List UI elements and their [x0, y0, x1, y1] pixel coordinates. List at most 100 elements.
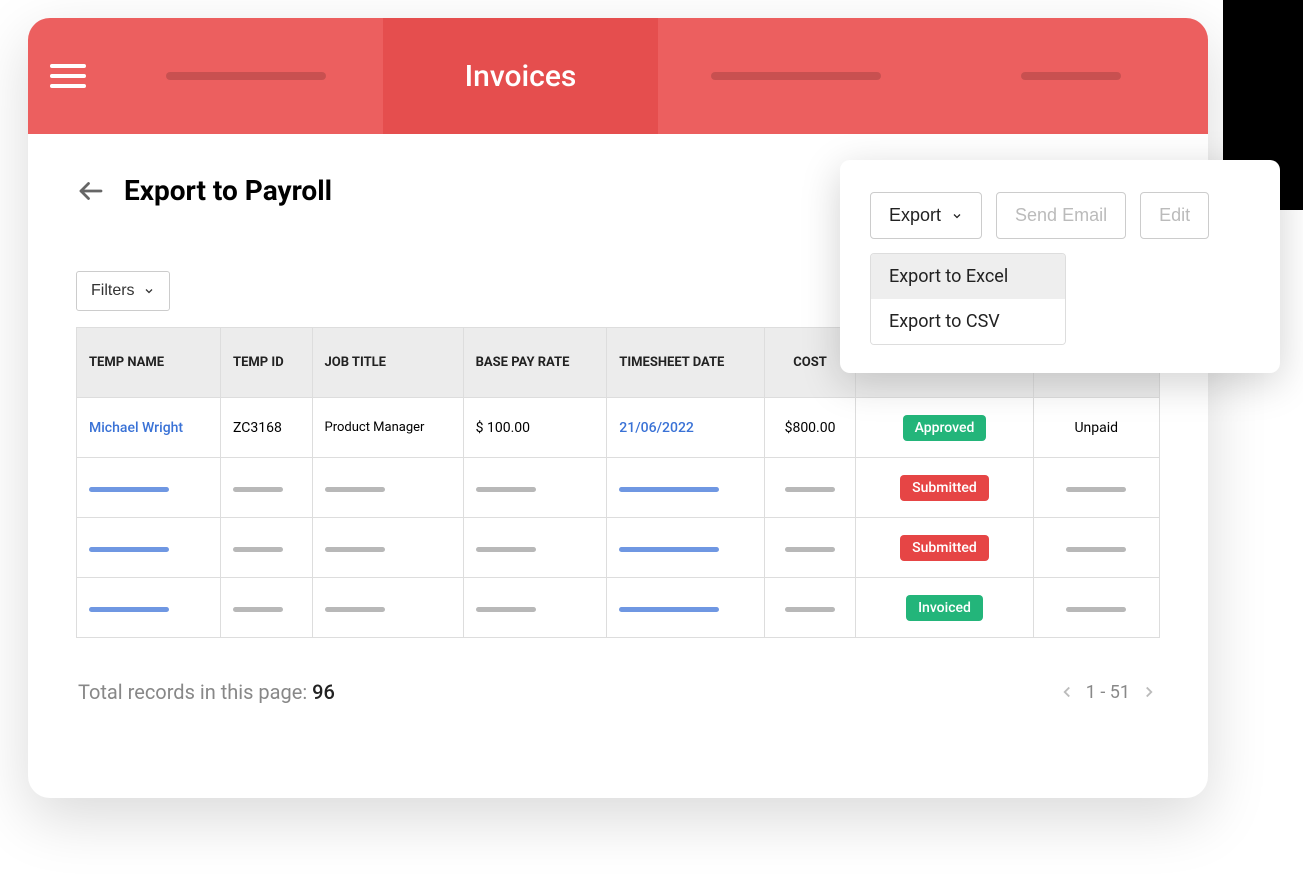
cell-timesheet-status: Approved	[856, 398, 1033, 458]
total-records: Total records in this page: 96	[78, 680, 335, 704]
total-records-label: Total records in this page:	[78, 680, 312, 704]
col-timesheet-date[interactable]: TIMESHEET DATE	[607, 328, 764, 398]
table-row: Invoiced	[77, 578, 1160, 638]
nav-tab-3-placeholder	[711, 72, 881, 80]
filters-button[interactable]: Filters	[76, 271, 170, 311]
cell-base-pay-rate	[463, 458, 607, 518]
status-badge: Invoiced	[906, 595, 983, 621]
cell-job-title	[312, 458, 463, 518]
cell-timesheet-date[interactable]	[607, 458, 764, 518]
pagination: 1 - 51	[1058, 682, 1158, 703]
col-temp-name[interactable]: TEMP NAME	[77, 328, 221, 398]
cell-timesheet-date[interactable]	[607, 518, 764, 578]
cell-cost	[764, 578, 856, 638]
col-job-title[interactable]: JOB TITLE	[312, 328, 463, 398]
cell-timesheet-date[interactable]	[607, 578, 764, 638]
filters-button-label: Filters	[91, 282, 135, 300]
export-button[interactable]: Export	[870, 192, 982, 239]
placeholder-bar	[619, 547, 719, 552]
cell-base-pay-rate: $ 100.00	[463, 398, 607, 458]
placeholder-bar	[233, 547, 283, 552]
cell-cost	[764, 458, 856, 518]
nav-tab-4[interactable]	[933, 18, 1208, 134]
table-row: Submitted	[77, 518, 1160, 578]
edit-button-label: Edit	[1159, 205, 1190, 226]
cell-timesheet-status: Submitted	[856, 518, 1033, 578]
chevron-down-icon	[951, 210, 963, 222]
payroll-table: TEMP NAME TEMP ID JOB TITLE BASE PAY RAT…	[76, 327, 1160, 638]
status-badge: Submitted	[900, 475, 989, 501]
hamburger-menu-icon[interactable]	[28, 64, 108, 88]
cell-paid-status: Unpaid	[1033, 398, 1159, 458]
cell-cost	[764, 518, 856, 578]
nav-tab-invoices[interactable]: Invoices	[383, 18, 658, 134]
send-email-button[interactable]: Send Email	[996, 192, 1126, 239]
cell-paid-status	[1033, 578, 1159, 638]
cell-temp-id	[221, 518, 312, 578]
col-base-pay-rate[interactable]: BASE PAY RATE	[463, 328, 607, 398]
nav-tab-3[interactable]	[658, 18, 933, 134]
cell-temp-name[interactable]	[77, 578, 221, 638]
cell-temp-id	[221, 458, 312, 518]
placeholder-bar	[325, 487, 385, 492]
export-button-label: Export	[889, 205, 941, 226]
page-title: Export to Payroll	[124, 174, 332, 207]
cell-job-title: Product Manager	[312, 398, 463, 458]
placeholder-bar	[619, 607, 719, 612]
export-dropdown-menu: Export to Excel Export to CSV	[870, 253, 1066, 345]
placeholder-bar	[233, 487, 283, 492]
page-range: 1 - 51	[1086, 682, 1130, 703]
table-wrap: TEMP NAME TEMP ID JOB TITLE BASE PAY RAT…	[76, 327, 1160, 638]
cell-temp-id: ZC3168	[221, 398, 312, 458]
placeholder-bar	[785, 487, 835, 492]
status-badge: Approved	[903, 415, 987, 441]
page-next-icon[interactable]	[1140, 683, 1158, 701]
table-row: Submitted	[77, 458, 1160, 518]
cell-base-pay-rate	[463, 578, 607, 638]
cell-temp-name[interactable]	[77, 518, 221, 578]
status-badge: Submitted	[900, 535, 989, 561]
cell-temp-name[interactable]	[77, 458, 221, 518]
placeholder-bar	[89, 607, 169, 612]
cell-timesheet-date[interactable]: 21/06/2022	[607, 398, 764, 458]
cell-job-title	[312, 518, 463, 578]
cell-temp-id	[221, 578, 312, 638]
edit-button[interactable]: Edit	[1140, 192, 1209, 239]
cell-paid-status	[1033, 458, 1159, 518]
cell-job-title	[312, 578, 463, 638]
chevron-down-icon	[143, 285, 155, 297]
toolbar-popover: Export Send Email Edit Export to Excel E…	[840, 160, 1280, 373]
placeholder-bar	[89, 547, 169, 552]
page-prev-icon[interactable]	[1058, 683, 1076, 701]
cell-paid-status	[1033, 518, 1159, 578]
cell-temp-name[interactable]: Michael Wright	[77, 398, 221, 458]
back-arrow-icon[interactable]	[76, 176, 106, 206]
placeholder-bar	[476, 607, 536, 612]
cell-base-pay-rate	[463, 518, 607, 578]
nav-tab-1-placeholder	[166, 72, 326, 80]
placeholder-bar	[1066, 547, 1126, 552]
total-records-count: 96	[312, 680, 335, 704]
cell-timesheet-status: Submitted	[856, 458, 1033, 518]
toolbar-row: Export Send Email Edit	[870, 192, 1250, 239]
footer-row: Total records in this page: 96 1 - 51	[76, 680, 1160, 704]
nav-tab-1[interactable]	[108, 18, 383, 134]
placeholder-bar	[325, 607, 385, 612]
nav-tab-4-placeholder	[1021, 72, 1121, 80]
export-to-csv-item[interactable]: Export to CSV	[871, 299, 1065, 344]
placeholder-bar	[785, 607, 835, 612]
send-email-button-label: Send Email	[1015, 205, 1107, 226]
placeholder-bar	[785, 547, 835, 552]
placeholder-bar	[89, 487, 169, 492]
placeholder-bar	[1066, 607, 1126, 612]
placeholder-bar	[1066, 487, 1126, 492]
app-window: Invoices Export to Payroll Filters	[28, 18, 1208, 798]
cell-timesheet-status: Invoiced	[856, 578, 1033, 638]
nav-tab-invoices-label: Invoices	[465, 59, 577, 94]
table-row: Michael Wright ZC3168 Product Manager $ …	[77, 398, 1160, 458]
cell-cost: $800.00	[764, 398, 856, 458]
export-to-excel-item[interactable]: Export to Excel	[871, 254, 1065, 299]
col-temp-id[interactable]: TEMP ID	[221, 328, 312, 398]
placeholder-bar	[476, 547, 536, 552]
placeholder-bar	[619, 487, 719, 492]
